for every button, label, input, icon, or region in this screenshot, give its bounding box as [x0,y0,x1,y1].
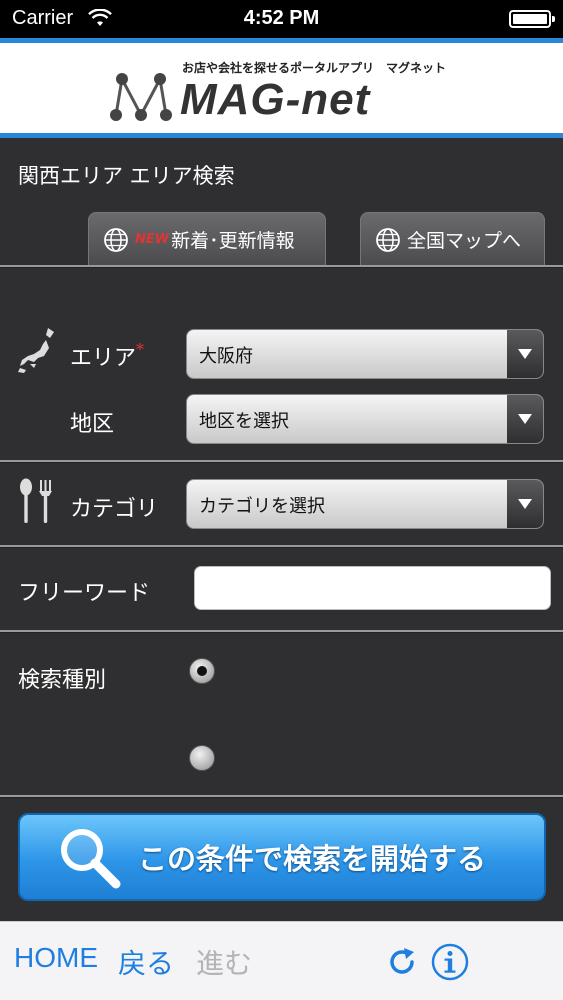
globe-icon [376,227,400,252]
logo-mark-icon [110,73,172,121]
area-label-text: エリア [70,346,137,371]
search-type-label: 検索種別 [18,668,107,693]
start-search-label: この条件で検索を開始する [138,842,487,876]
fork-spoon-icon [20,478,52,523]
area-select-value: 大阪府 [199,346,253,367]
globe-icon [104,227,128,252]
category-label: カテゴリ [70,497,159,522]
district-select-value: 地区を選択 [199,411,289,432]
back-button[interactable]: 戻る [118,942,174,982]
forward-button[interactable]: 進む [196,942,252,982]
magnifier-icon [61,829,121,889]
district-select[interactable]: 地区を選択 [186,394,544,444]
logo-tagline: お店や会社を探せるポータルアプリ マグネット [182,61,447,75]
battery-icon [509,10,555,28]
reload-icon[interactable] [382,942,422,982]
tab-national-map[interactable]: 全国マップへ [360,212,545,266]
status-bar: Carrier 4:52 PM [0,0,563,38]
tab-news-label: 新着･更新情報 [171,230,295,252]
bottom-toolbar: HOME 戻る 進む [0,921,563,1000]
freeword-input[interactable] [194,566,551,610]
app-header: お店や会社を探せるポータルアプリ マグネット MAG-net [0,38,563,138]
magnet-logo[interactable]: お店や会社を探せるポータルアプリ マグネット MAG-net [110,55,460,127]
chevron-down-icon[interactable] [507,480,543,528]
page-title: 関西エリア エリア検索 [18,164,235,188]
new-badge: NEW [135,232,170,247]
divider [0,460,563,463]
japan-map-icon [18,328,54,373]
search-type-radio-2[interactable] [189,745,215,771]
tab-map-label: 全国マップへ [407,230,522,252]
chevron-down-icon[interactable] [507,395,543,443]
info-icon[interactable] [430,942,470,982]
logo-text: MAG-net [180,75,371,124]
tab-news-updates[interactable]: NEW 新着･更新情報 [88,212,326,266]
chevron-down-icon[interactable] [507,330,543,378]
divider [0,795,563,798]
search-type-radio-1[interactable] [189,658,215,684]
district-label: 地区 [70,412,115,437]
category-select[interactable]: カテゴリを選択 [186,479,544,529]
divider [0,265,563,268]
category-select-value: カテゴリを選択 [199,496,325,517]
start-search-button[interactable]: この条件で検索を開始する [18,813,546,901]
area-label: エリア* [70,340,144,372]
required-mark: * [136,340,145,359]
area-select[interactable]: 大阪府 [186,329,544,379]
clock: 4:52 PM [243,7,320,29]
home-button[interactable]: HOME [14,942,98,974]
freeword-label: フリーワード [18,581,151,606]
divider [0,630,563,633]
divider [0,545,563,548]
